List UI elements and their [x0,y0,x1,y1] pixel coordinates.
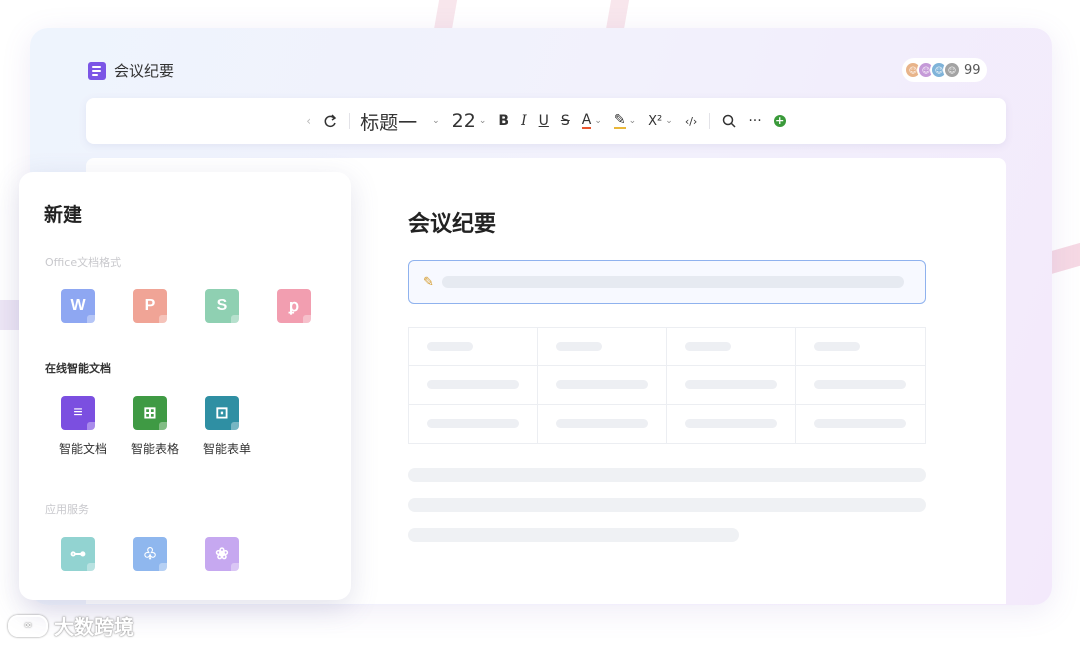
highlighter-icon: ✎ [613,112,626,129]
office-section-label: Office文档格式 [45,256,122,269]
heading-style-value: 标题一 [360,111,418,134]
chevron-down-icon[interactable]: ⌄ [423,107,446,135]
undo-button[interactable]: ‹ [300,107,317,135]
pdf-button[interactable]: ꝑ [275,289,347,323]
document-header: 会议纪要 [88,60,174,81]
flowchart-icon: ⊶ [61,537,95,571]
powerpoint-icon: P [133,289,167,323]
add-button[interactable]: + [768,107,792,135]
toolbar-divider [349,113,351,129]
underline-icon: U [538,113,549,129]
toolbar-divider [709,113,711,129]
more-icon: ··· [748,113,762,129]
panel-title: 新建 [44,204,83,226]
word-button[interactable]: W [59,289,131,323]
formatting-toolbar: ‹ 标题一 ⌄ 22 ⌄ B I U S A ⌄ ✎ ⌄ X² ⌄ ‹/› ··· + [86,98,1006,144]
placeholder-table[interactable] [408,327,926,444]
superscript-button[interactable]: X² ⌄ [642,107,679,135]
input-placeholder-bar [441,276,904,288]
table-cell [409,328,538,367]
italic-icon: I [521,113,527,129]
pencil-icon: ✎ [423,274,434,290]
spreadsheet-icon: S [205,289,239,323]
smart-section-label: 在线智能文档 [45,362,111,375]
code-icon: ‹/› [684,114,698,128]
search-button[interactable] [716,107,742,135]
smart-sheet-label: 智能表格 [130,442,179,456]
watermark-text: 大数跨境 [54,615,134,639]
table-cell [667,366,796,405]
smart-sheet-icon: ⊞ [133,396,167,430]
font-size-value: 22 [451,110,476,132]
whiteboard-button[interactable]: ❀ [203,537,275,571]
table-cell [409,404,538,443]
code-button[interactable]: ‹/› [679,107,704,135]
smart-form-icon: ⊡ [205,396,239,430]
smart-doc-label: 智能文档 [58,442,107,456]
table-cell [796,328,925,367]
chevron-down-icon: ⌄ [478,116,487,126]
whiteboard-icon: ❀ [205,537,239,571]
mindmap-icon: ♧ [133,537,167,571]
document-icon [88,61,106,80]
font-size-select[interactable]: 22 ⌄ [446,107,493,135]
word-icon: W [61,289,95,323]
superscript-icon: X² [648,113,663,129]
collaborators[interactable]: ☺ ☺ ☺ ☺ 99 [902,58,987,82]
bold-button[interactable]: B [492,107,515,135]
smart-doc-button[interactable]: ≡ 智能文档 [59,396,131,457]
strikethrough-button[interactable]: S [555,107,576,135]
more-button[interactable]: ··· [742,107,767,135]
watermark-logo-icon: ∞ [8,614,48,637]
table-cell [667,328,796,367]
underline-button[interactable]: U [533,107,555,135]
new-document-panel: 新建 Office文档格式 W P S ꝑ 在线智能文档 ≡ 智能文档 ⊞ 智能… [19,172,351,600]
collaborator-count[interactable]: 99 [964,63,981,78]
table-cell [538,328,667,367]
italic-button[interactable]: I [515,107,533,135]
watermark: ∞ 大数跨境 [8,611,134,640]
services-section-label: 应用服务 [45,503,89,516]
table-cell [796,366,925,405]
placeholder-text-line [408,528,739,542]
smart-form-label: 智能表单 [202,442,251,456]
font-color-icon: A [581,112,592,129]
powerpoint-button[interactable]: P [131,289,203,323]
bold-icon: B [498,113,510,129]
redo-button[interactable] [317,107,343,135]
font-color-button[interactable]: A ⌄ [576,107,608,135]
smart-form-button[interactable]: ⊡ 智能表单 [203,396,275,457]
table-cell [796,405,925,443]
search-icon [723,114,736,128]
strikethrough-icon: S [560,113,570,129]
table-cell [409,366,538,405]
service-apps: ⊶ ♧ ❀ [59,537,275,571]
page-title[interactable]: 会议纪要 [408,206,496,238]
redo-icon [324,114,337,128]
office-apps: W P S ꝑ [59,289,347,323]
document-title[interactable]: 会议纪要 [114,60,174,81]
ai-input-box[interactable]: ✎ [408,260,926,304]
smart-apps: ≡ 智能文档 ⊞ 智能表格 ⊡ 智能表单 [59,396,275,457]
flowchart-button[interactable]: ⊶ [59,537,131,571]
mindmap-button[interactable]: ♧ [131,537,203,571]
placeholder-text-line [408,498,926,512]
spreadsheet-button[interactable]: S [203,289,275,323]
background-decoration [433,0,637,30]
highlight-button[interactable]: ✎ ⌄ [608,107,642,135]
table-cell [538,404,667,443]
smart-sheet-button[interactable]: ⊞ 智能表格 [131,396,203,457]
placeholder-text-line [408,468,926,482]
table-cell [538,366,667,405]
plus-icon: + [773,114,786,127]
table-cell [667,404,796,443]
pdf-icon: ꝑ [277,289,311,323]
avatar[interactable]: ☺ [943,61,961,79]
smart-doc-icon: ≡ [61,396,95,430]
heading-style-select[interactable]: 标题一 [356,107,423,135]
